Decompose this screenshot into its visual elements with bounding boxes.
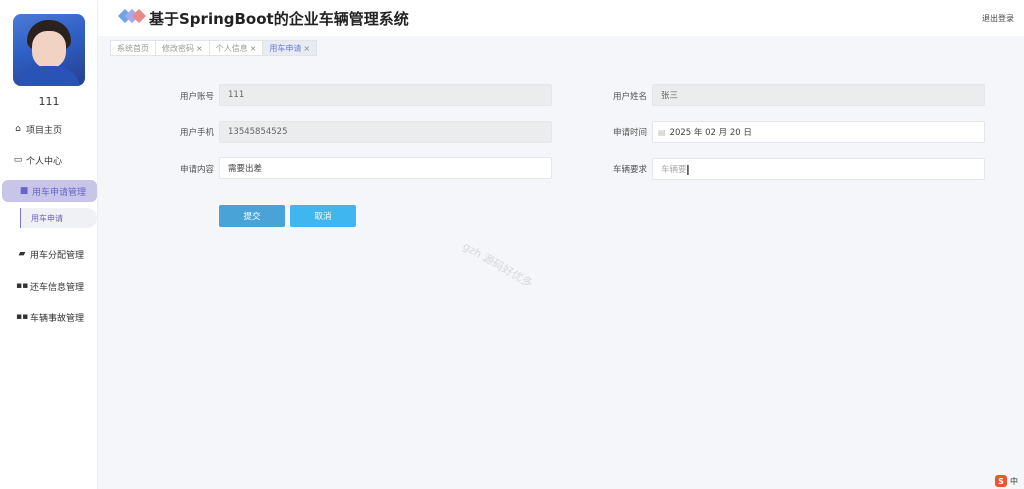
phone-label: 用户手机 xyxy=(179,128,214,138)
close-icon[interactable]: × xyxy=(303,44,310,53)
tab-home[interactable]: 系统首页 xyxy=(110,40,155,56)
ime-label: 中 xyxy=(1010,476,1018,486)
account-field[interactable]: 111 xyxy=(219,84,552,106)
text-cursor-icon: I xyxy=(686,164,690,179)
sidebar-item-label: 个人中心 xyxy=(26,156,63,167)
sidebar-item-label: 还车信息管理 xyxy=(30,282,85,293)
vehicle-label: 车辆要求 xyxy=(612,165,647,175)
watermark: gzh 源码好优多 xyxy=(460,239,535,291)
vehicle-placeholder: 车辆要 xyxy=(661,165,687,175)
app-title: 基于SpringBoot的企业车辆管理系统 xyxy=(149,10,409,28)
username: 111 xyxy=(38,95,60,108)
home-icon: ⌂ xyxy=(15,124,21,134)
tab-label: 用车申请 xyxy=(269,43,302,53)
avatar[interactable] xyxy=(13,14,85,86)
sidebar-item-profile[interactable]: ▭ 个人中心 xyxy=(0,149,98,171)
tab-vehicle-request[interactable]: 用车申请 × xyxy=(262,40,318,56)
account-value: 111 xyxy=(228,90,245,100)
header: 基于SpringBoot的企业车辆管理系统 退出登录 xyxy=(98,0,1024,36)
sidebar: 111 ⌂ 项目主页 ▭ 个人中心 ■ 用车申请管理 用车申请 ▰ 用车分配管理… xyxy=(0,0,98,489)
ime-indicator[interactable]: S 中 xyxy=(995,475,1018,487)
sidebar-item-label: 用车申请管理 xyxy=(32,187,87,198)
phone-field[interactable]: 13545854525 xyxy=(219,121,552,143)
wallet-icon: ▰ xyxy=(18,249,26,259)
sogou-icon: S xyxy=(995,475,1007,487)
submit-button[interactable]: 提交 xyxy=(219,205,285,227)
phone-value: 13545854525 xyxy=(228,127,288,137)
logout-link[interactable]: 退出登录 xyxy=(982,13,1014,24)
content-label: 申请内容 xyxy=(179,165,214,175)
tab-label: 系统首页 xyxy=(117,43,149,53)
sidebar-item-label: 项目主页 xyxy=(26,125,63,136)
sidebar-item-vehicle-assign[interactable]: ▰ 用车分配管理 xyxy=(0,243,98,265)
cancel-button[interactable]: 取消 xyxy=(290,205,356,227)
submenu-item-vehicle-request[interactable]: 用车申请 xyxy=(20,208,97,228)
card-icon: ▭ xyxy=(13,155,23,165)
sidebar-item-label: 车辆事故管理 xyxy=(30,313,85,324)
sidebar-item-vehicle-request-mgmt[interactable]: ■ 用车申请管理 xyxy=(2,180,97,202)
sidebar-item-vehicle-accident[interactable]: ▪▪ 车辆事故管理 xyxy=(0,306,98,328)
sidebar-item-home[interactable]: ⌂ 项目主页 xyxy=(0,118,98,140)
grid-icon: ▪▪ xyxy=(16,312,29,322)
name-field[interactable]: 张三 xyxy=(652,84,985,106)
tab-label: 修改密码 xyxy=(162,43,194,53)
chat-icon: ■ xyxy=(19,186,29,196)
name-label: 用户姓名 xyxy=(612,92,647,102)
tab-bar: 系统首页 修改密码 × 个人信息 × 用车申请 × xyxy=(110,40,318,56)
close-icon[interactable]: × xyxy=(196,44,203,53)
time-label: 申请时间 xyxy=(612,128,647,138)
tab-label: 个人信息 xyxy=(215,43,248,53)
date-picker[interactable]: ▤ 2025 年 02 月 20 日 xyxy=(652,121,985,143)
tab-profile[interactable]: 个人信息 × xyxy=(208,40,263,56)
calendar-icon: ▤ xyxy=(658,127,666,137)
vehicle-input[interactable]: 车辆要 xyxy=(652,158,985,180)
sidebar-item-vehicle-return[interactable]: ▪▪ 还车信息管理 xyxy=(0,275,98,297)
name-value: 张三 xyxy=(661,91,679,101)
tab-change-password[interactable]: 修改密码 × xyxy=(155,40,209,56)
account-label: 用户账号 xyxy=(179,92,214,102)
logo-icon xyxy=(117,8,147,24)
close-icon[interactable]: × xyxy=(250,44,257,53)
sidebar-item-label: 用车分配管理 xyxy=(30,250,85,261)
grid-icon: ▪▪ xyxy=(16,281,29,291)
content-input[interactable]: 需要出差 xyxy=(219,157,552,179)
time-value: 2025 年 02 月 20 日 xyxy=(669,128,752,138)
content-value: 需要出差 xyxy=(228,164,263,174)
